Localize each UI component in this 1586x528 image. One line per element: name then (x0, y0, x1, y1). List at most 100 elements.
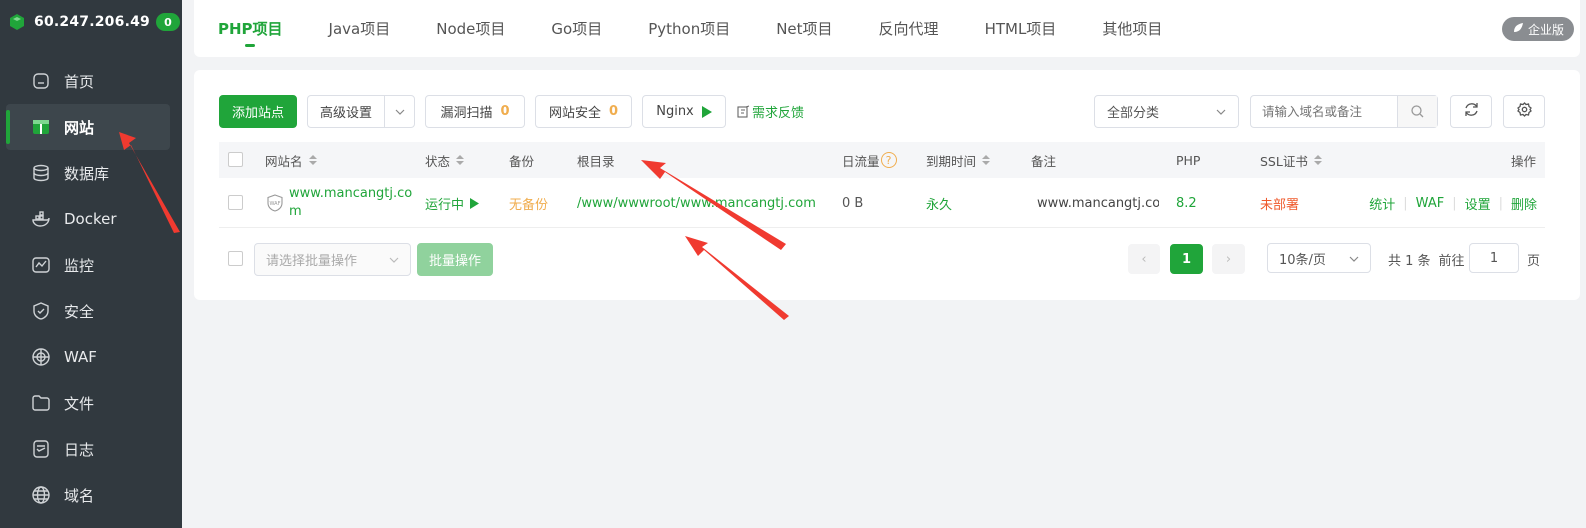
tab-html[interactable]: HTML项目 (985, 0, 1057, 57)
site-name-cell: WAF www.mancangtj.co m (267, 178, 412, 228)
notification-badge[interactable]: 0 (155, 13, 180, 31)
sidebar-item-label: 监控 (64, 256, 95, 275)
vuln-scan-button[interactable]: 漏洞扫描 0 (425, 95, 525, 128)
sidebar-item-security[interactable]: 安全 (0, 288, 182, 334)
row-checkbox[interactable] (228, 195, 243, 210)
add-site-button[interactable]: 添加站点 (219, 95, 297, 128)
backup-link[interactable]: 无备份 (509, 178, 548, 228)
home-icon (32, 72, 50, 90)
delete-link[interactable]: 删除 (1511, 194, 1537, 213)
search-icon[interactable] (1397, 96, 1437, 127)
sidebar-item-database[interactable]: 数据库 (0, 150, 182, 196)
help-icon[interactable]: ? (880, 152, 897, 168)
search-box (1250, 95, 1438, 128)
advanced-settings-button[interactable]: 高级设置 (307, 95, 415, 128)
tab-reverse-proxy[interactable]: 反向代理 (879, 0, 939, 57)
php-version-link[interactable]: 8.2 (1176, 178, 1197, 228)
tab-other[interactable]: 其他项目 (1102, 0, 1162, 57)
header-expire[interactable]: 到期时间 (926, 142, 991, 178)
sidebar-item-waf[interactable]: WAF (0, 334, 182, 380)
header-root: 根目录 (577, 153, 615, 169)
site-security-button[interactable]: 网站安全 0 (535, 95, 632, 128)
goto-label: 前往 (1438, 253, 1465, 269)
leaf-icon (1512, 22, 1524, 37)
sidebar-item-files[interactable]: 文件 (0, 380, 182, 426)
site-name-line2: m (289, 204, 302, 219)
waf-icon (32, 348, 50, 366)
tab-php[interactable]: PHP项目 (218, 0, 283, 57)
page-number-current[interactable]: 1 (1170, 244, 1203, 274)
traffic-value: 0 B (842, 195, 864, 211)
site-panel: 添加站点 高级设置 漏洞扫描 0 网站安全 0 Nginx 需求反馈 全部分类 网站… (194, 70, 1580, 300)
globe-icon (32, 486, 50, 504)
shield-icon (32, 302, 50, 320)
header-expire-label: 到期时间 (926, 153, 977, 169)
enterprise-button[interactable]: 企业版 (1501, 17, 1574, 41)
status-cell[interactable]: 运行中 (425, 178, 480, 228)
footer-select-all-checkbox[interactable] (228, 251, 243, 266)
edit-icon (737, 105, 750, 118)
header-name[interactable]: 网站名 (265, 142, 317, 178)
nginx-button[interactable]: Nginx (642, 95, 726, 128)
vuln-count: 0 (500, 104, 510, 119)
sidebar-item-logs[interactable]: 日志 (0, 426, 182, 472)
category-select[interactable]: 全部分类 (1094, 95, 1239, 128)
vuln-scan-label: 漏洞扫描 (440, 106, 493, 121)
next-page-button[interactable]: › (1212, 244, 1245, 274)
root-dir-link[interactable]: /www/wwwroot/www.mancangtj.com (577, 178, 816, 228)
sidebar-menu: 首页 网站 数据库 Docker 监控 安全 WAF 文件 日志 域名 (0, 58, 182, 518)
sidebar-item-website[interactable]: 网站 (6, 104, 170, 150)
action-divider: | (1498, 195, 1503, 211)
monitor-icon (32, 256, 50, 274)
action-divider: | (1403, 195, 1408, 211)
feedback-label: 需求反馈 (752, 106, 805, 121)
page-size-select[interactable]: 10条/页 (1267, 243, 1371, 273)
goto-page-input[interactable] (1469, 243, 1519, 273)
sidebar-item-monitor[interactable]: 监控 (0, 242, 182, 288)
sidebar-item-home[interactable]: 首页 (0, 58, 182, 104)
settings-button[interactable] (1503, 95, 1545, 128)
header-status[interactable]: 状态 (425, 142, 465, 178)
settings-link[interactable]: 设置 (1465, 194, 1491, 213)
prev-page-button[interactable]: ‹ (1128, 244, 1160, 274)
sidebar-item-domain[interactable]: 域名 (0, 472, 182, 518)
waf-link[interactable]: WAF (1416, 196, 1445, 211)
sidebar-item-label: 域名 (64, 486, 95, 505)
tab-node[interactable]: Node项目 (436, 0, 505, 57)
sidebar: 60.247.206.49 0 首页 网站 数据库 Docker 监控 安全 W… (0, 0, 182, 528)
tab-net[interactable]: Net项目 (776, 0, 832, 57)
sidebar-item-label: Docker (64, 210, 117, 228)
svg-text:WAF: WAF (270, 201, 281, 207)
sidebar-item-label: 数据库 (64, 164, 110, 183)
ssl-status-link[interactable]: 未部署 (1260, 178, 1299, 228)
chevron-down-icon (1349, 251, 1359, 266)
pagination-info: 共 1 条 前往 (1388, 243, 1465, 275)
batch-select[interactable]: 请选择批量操作 (254, 243, 411, 276)
table-header: 网站名 状态 备份 根目录 日流量? 到期时间 备注 PHP SSL证书 操作 (219, 142, 1545, 178)
sidebar-item-docker[interactable]: Docker (0, 196, 182, 242)
refresh-icon (1464, 102, 1479, 121)
search-input[interactable] (1251, 96, 1397, 127)
total-count: 共 1 条 (1388, 253, 1431, 269)
remark-field[interactable]: www.mancangtj.com (1037, 178, 1159, 228)
tab-go[interactable]: Go项目 (551, 0, 602, 57)
feedback-link[interactable]: 需求反馈 (737, 95, 804, 128)
header-name-label: 网站名 (265, 153, 303, 169)
header-ssl-label: SSL证书 (1260, 153, 1308, 169)
stats-link[interactable]: 统计 (1369, 194, 1395, 213)
refresh-button[interactable] (1450, 95, 1492, 128)
chevron-down-icon[interactable] (384, 96, 414, 127)
security-count: 0 (608, 104, 619, 119)
page-size-value: 10条/页 (1279, 252, 1326, 268)
batch-select-placeholder: 请选择批量操作 (266, 254, 358, 269)
expire-link[interactable]: 永久 (926, 178, 952, 228)
tab-python[interactable]: Python项目 (648, 0, 730, 57)
table-row: WAF www.mancangtj.co m 运行中 无备份 /www/wwwr… (219, 178, 1545, 228)
site-name-link[interactable]: www.mancangtj.co m (289, 185, 412, 221)
header-ssl[interactable]: SSL证书 (1260, 142, 1322, 178)
select-all-checkbox[interactable] (228, 152, 243, 167)
batch-action-button[interactable]: 批量操作 (417, 243, 493, 276)
tab-java[interactable]: Java项目 (329, 0, 391, 57)
server-ip[interactable]: 60.247.206.49 (34, 14, 150, 30)
sort-icon (456, 155, 465, 165)
